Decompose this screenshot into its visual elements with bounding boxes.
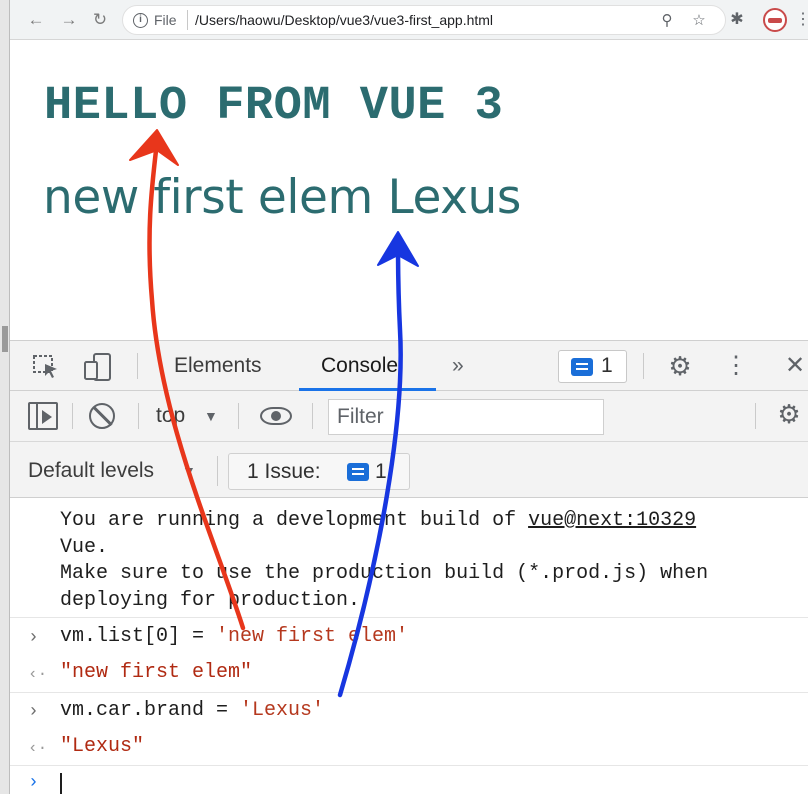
red-arrowhead [129,129,179,166]
input-prompt-icon: › [28,628,39,648]
device-toolbar-icon[interactable] [82,353,116,381]
toolbar-divider [138,403,139,429]
console-warning-line: Vue. [60,536,109,559]
url-scheme: File [154,12,177,28]
result-arrow-icon: ‹· [28,665,48,683]
log-levels-selector[interactable]: Default levels [28,458,154,484]
tab-console[interactable]: Console [321,353,398,379]
clear-console-icon[interactable] [89,403,115,429]
input-prompt-icon: › [28,773,39,793]
row-divider [10,692,808,693]
inspect-element-icon[interactable] [30,353,62,379]
chevron-down-icon[interactable]: ▼ [182,458,196,484]
menu-icon[interactable]: ⋮ [792,9,808,31]
issues-link-button[interactable]: 1 Issue: 1 [228,453,410,490]
console-input-line: vm.list[0] = 'new first elem' [60,625,409,648]
browser-toolbar: ← → ↻ i File /Users/haowu/Desktop/vue3/v… [10,0,808,40]
live-expression-eye-icon[interactable] [260,407,292,425]
console-levels-bar: Default levels ▼ 1 Issue: 1 [10,442,808,498]
back-arrow-icon[interactable]: ← [24,8,48,32]
close-icon[interactable]: ✕ [782,353,808,379]
forward-arrow-icon[interactable]: → [57,8,81,32]
console-result-line: "Lexus" [60,735,145,758]
toolbar-divider [312,403,313,429]
issues-count: 1 [601,354,613,377]
text-cursor[interactable] [60,773,62,794]
info-icon[interactable]: i [133,13,148,28]
url-divider [187,10,188,30]
profile-avatar[interactable] [763,8,787,32]
console-warning-line: Make sure to use the production build (*… [60,562,709,585]
context-selector[interactable]: top [156,403,185,429]
message-icon [571,358,593,376]
tab-elements[interactable]: Elements [174,353,262,379]
console-result-line: "new first elem" [60,661,253,684]
toolbar-divider [72,403,73,429]
console-warning-line: You are running a development build of v… [60,509,697,532]
toolbar-divider [217,456,218,486]
toolbar-divider [643,353,644,379]
settings-gear-icon[interactable]: ⚙ [664,353,696,379]
zoom-icon[interactable]: ⚲ [657,11,677,31]
toolbar-divider [238,403,239,429]
toolbar-divider [755,403,756,429]
console-settings-icon[interactable]: ⚙ [774,401,804,427]
console-warning-line: deploying for production. [60,589,361,612]
devtools-panel: Elements Console » 1 ⚙ ⋮ ✕ top ▼ Filter … [10,340,808,794]
window-left-edge [0,0,10,794]
chevron-down-icon[interactable]: ▼ [204,403,218,429]
page-heading: HELLO FROM VUE 3 [44,80,504,133]
issues-counter-button[interactable]: 1 [558,350,627,383]
show-sidebar-icon[interactable] [28,402,58,430]
list-first-item: new first elem Lexus [43,170,522,225]
reload-icon[interactable]: ↻ [88,8,112,32]
filter-input[interactable] [328,399,604,435]
extensions-icon[interactable]: ✱ [726,9,748,31]
source-link[interactable]: vue@next:10329 [528,509,696,532]
issues-label: 1 Issue: [247,460,321,483]
address-bar[interactable]: i File /Users/haowu/Desktop/vue3/vue3-fi… [122,5,726,35]
url-text[interactable]: /Users/haowu/Desktop/vue3/vue3-first_app… [195,12,493,28]
issues-badge-count: 1 [375,460,387,483]
more-options-icon[interactable]: ⋮ [724,353,748,379]
blue-arrowhead [377,231,419,267]
star-icon[interactable]: ☆ [689,11,709,31]
more-tabs-button[interactable]: » [452,353,464,379]
message-icon [347,463,369,481]
row-divider [10,765,808,766]
devtools-tabbar: Elements Console » 1 ⚙ ⋮ ✕ [10,341,808,391]
console-input-line: vm.car.brand = 'Lexus' [60,699,325,722]
input-prompt-icon: › [28,702,39,722]
resize-handle[interactable] [2,326,8,352]
screenshot-root: ← → ↻ i File /Users/haowu/Desktop/vue3/v… [0,0,808,794]
console-output[interactable]: You are running a development build of v… [10,499,808,794]
console-filter-bar: top ▼ ⚙ [10,391,808,442]
row-divider [10,617,808,618]
toolbar-divider [137,353,138,379]
result-arrow-icon: ‹· [28,739,48,757]
